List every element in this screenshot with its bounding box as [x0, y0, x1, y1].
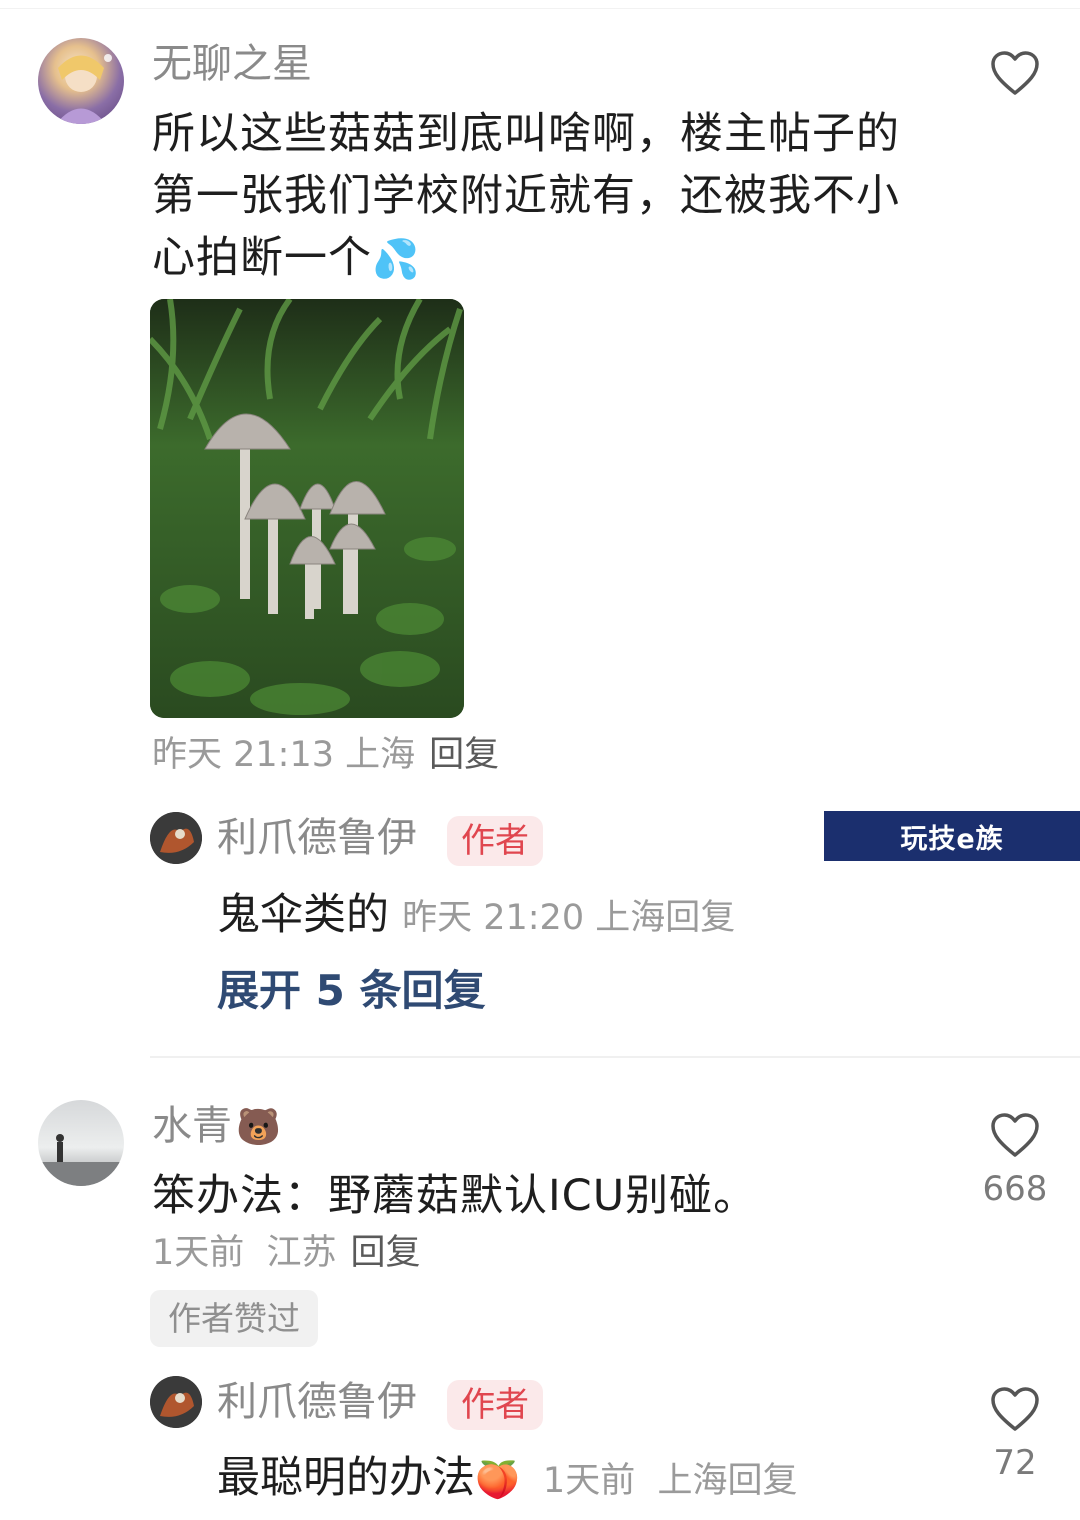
reply-reply-button[interactable]: 回复 — [727, 1461, 797, 1501]
reply-time-location: 1天前 上海 — [542, 1461, 728, 1501]
reply-text: 最聪明的办法 — [217, 1453, 475, 1503]
reply-reply-button[interactable]: 回复 — [665, 898, 735, 938]
comment-text: 笨办法：野蘑菇默认ICU别碰。 — [152, 1171, 758, 1221]
like-button[interactable] — [990, 1112, 1040, 1162]
watermark-logo: 玩技e族 — [824, 811, 1080, 861]
heart-icon — [991, 1113, 1039, 1157]
comment-text-content: 所以这些菇菇到底叫啥啊，楼主帖子的第一张我们学校附近就有，还被我不小心拍断一个 — [152, 109, 900, 283]
like-button[interactable] — [990, 50, 1040, 100]
author-tag: 作者 — [447, 1380, 543, 1430]
sweat-drops-emoji: 💦 — [372, 237, 421, 281]
comment-time-location: 昨天 21:13 上海 — [152, 735, 416, 775]
avatar-art-icon — [56, 54, 112, 124]
comment-time-location: 1天前 江苏 — [152, 1233, 337, 1273]
avatar-silhouette-icon — [38, 1134, 124, 1186]
comment-meta: 1天前 江苏 回复 — [152, 1236, 421, 1271]
reply-username[interactable]: 利爪德鲁伊 — [217, 818, 417, 858]
avatar[interactable] — [38, 38, 124, 124]
reply-avatar-art-icon — [150, 1376, 202, 1428]
comment-username[interactable]: 水青 🐻 — [152, 1106, 281, 1146]
reply-text: 鬼伞类的 — [217, 890, 389, 940]
avatar[interactable] — [38, 1100, 124, 1186]
reply-body: 鬼伞类的 昨天 21:20 上海回复 — [217, 880, 735, 942]
top-divider — [0, 8, 1080, 9]
mushroom-photo-image — [150, 299, 464, 718]
reply-button[interactable]: 回复 — [351, 1233, 421, 1273]
heart-icon — [991, 1387, 1039, 1431]
expand-replies-button[interactable]: 展开 5 条回复 — [217, 970, 485, 1012]
reply-button[interactable]: 回复 — [429, 735, 499, 775]
author-tag: 作者 — [447, 816, 543, 866]
comment-text: 所以这些菇菇到底叫啥啊，楼主帖子的第一张我们学校附近就有，还被我不小心拍断一个💦 — [152, 103, 912, 290]
reply-body: 最聪明的办法🍑 1天前 上海回复 — [217, 1443, 797, 1505]
like-button[interactable] — [990, 1386, 1040, 1436]
comment-meta: 昨天 21:13 上海 回复 — [152, 738, 499, 773]
comment-divider — [150, 1056, 1080, 1058]
reply-username[interactable]: 利爪德鲁伊 — [217, 1382, 417, 1422]
heart-icon — [991, 51, 1039, 95]
author-liked-badge: 作者赞过 — [150, 1290, 318, 1347]
comment-username[interactable]: 无聊之星 — [152, 44, 312, 84]
comment-photo[interactable] — [150, 299, 464, 718]
peach-emoji: 🍑 — [475, 1460, 520, 1501]
reply-avatar[interactable] — [150, 1376, 202, 1428]
like-count: 72 — [993, 1443, 1037, 1483]
reply-avatar-art-icon — [150, 812, 202, 864]
comment-username-text: 水青 — [152, 1103, 232, 1149]
like-count: 668 — [982, 1169, 1048, 1209]
reply-avatar[interactable] — [150, 812, 202, 864]
bear-emoji: 🐻 — [236, 1107, 281, 1148]
reply-time-location: 昨天 21:20 上海 — [402, 898, 666, 938]
